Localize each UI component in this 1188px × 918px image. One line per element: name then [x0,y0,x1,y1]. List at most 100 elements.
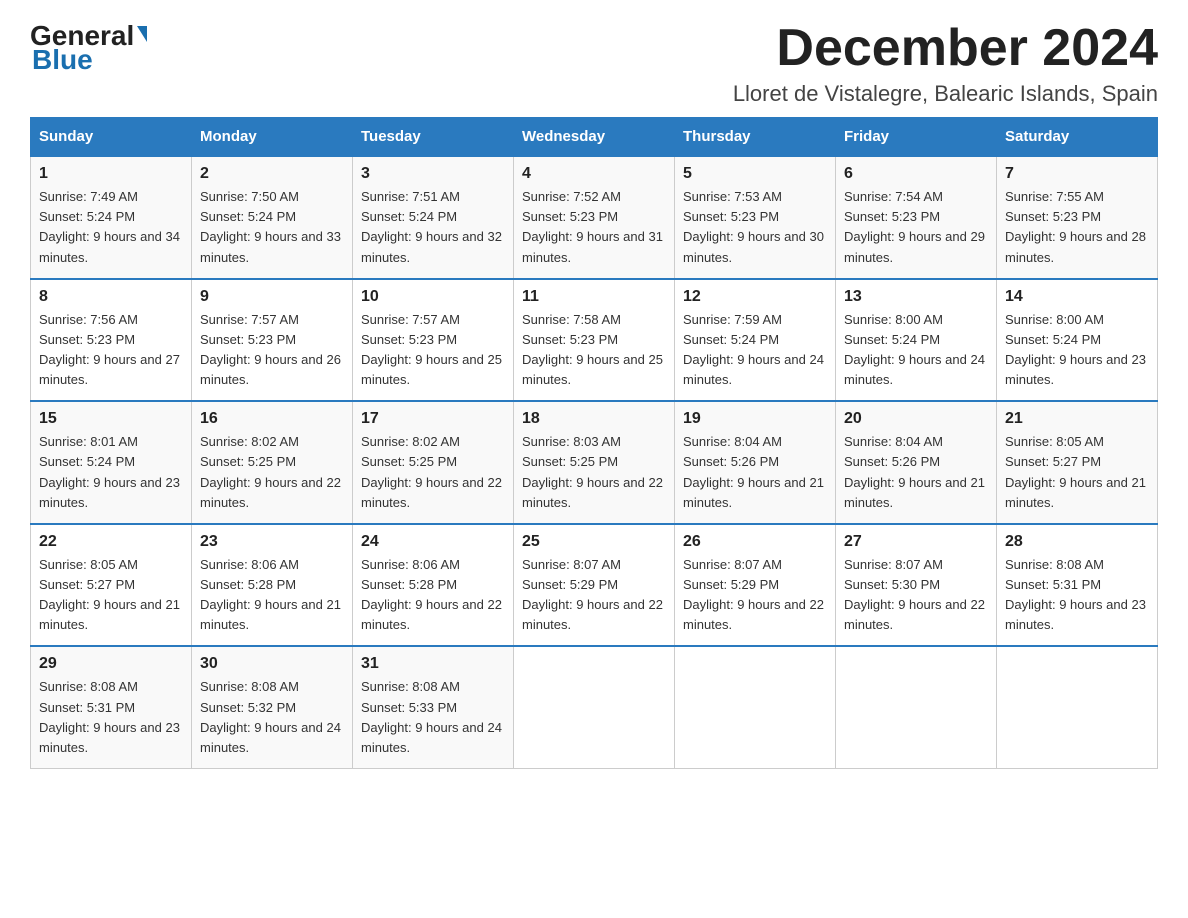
day-number: 25 [522,533,666,551]
day-number: 23 [200,533,344,551]
day-info: Sunrise: 8:00 AMSunset: 5:24 PMDaylight:… [844,312,985,387]
col-sunday: Sunday [31,118,192,157]
calendar-table: Sunday Monday Tuesday Wednesday Thursday… [30,117,1158,769]
day-number: 9 [200,288,344,306]
col-thursday: Thursday [675,118,836,157]
table-row: 13 Sunrise: 8:00 AMSunset: 5:24 PMDaylig… [836,279,997,402]
day-info: Sunrise: 8:04 AMSunset: 5:26 PMDaylight:… [683,434,824,509]
table-row: 26 Sunrise: 8:07 AMSunset: 5:29 PMDaylig… [675,524,836,647]
day-info: Sunrise: 8:08 AMSunset: 5:32 PMDaylight:… [200,679,341,754]
day-number: 22 [39,533,183,551]
day-info: Sunrise: 7:52 AMSunset: 5:23 PMDaylight:… [522,189,663,264]
table-row: 23 Sunrise: 8:06 AMSunset: 5:28 PMDaylig… [192,524,353,647]
calendar-week-row: 15 Sunrise: 8:01 AMSunset: 5:24 PMDaylig… [31,401,1158,524]
table-row: 24 Sunrise: 8:06 AMSunset: 5:28 PMDaylig… [353,524,514,647]
day-number: 6 [844,165,988,183]
day-number: 11 [522,288,666,306]
day-info: Sunrise: 8:08 AMSunset: 5:31 PMDaylight:… [39,679,180,754]
day-number: 1 [39,165,183,183]
table-row: 19 Sunrise: 8:04 AMSunset: 5:26 PMDaylig… [675,401,836,524]
col-wednesday: Wednesday [514,118,675,157]
day-info: Sunrise: 8:01 AMSunset: 5:24 PMDaylight:… [39,434,180,509]
col-tuesday: Tuesday [353,118,514,157]
table-row: 4 Sunrise: 7:52 AMSunset: 5:23 PMDayligh… [514,156,675,279]
logo-arrow-icon [137,26,147,42]
table-row: 15 Sunrise: 8:01 AMSunset: 5:24 PMDaylig… [31,401,192,524]
table-row: 8 Sunrise: 7:56 AMSunset: 5:23 PMDayligh… [31,279,192,402]
day-info: Sunrise: 8:04 AMSunset: 5:26 PMDaylight:… [844,434,985,509]
location-title: Lloret de Vistalegre, Balearic Islands, … [733,81,1158,107]
table-row: 5 Sunrise: 7:53 AMSunset: 5:23 PMDayligh… [675,156,836,279]
table-row: 16 Sunrise: 8:02 AMSunset: 5:25 PMDaylig… [192,401,353,524]
table-row: 17 Sunrise: 8:02 AMSunset: 5:25 PMDaylig… [353,401,514,524]
day-number: 13 [844,288,988,306]
table-row [675,646,836,768]
day-number: 20 [844,410,988,428]
table-row [836,646,997,768]
col-monday: Monday [192,118,353,157]
day-number: 28 [1005,533,1149,551]
logo-blue: Blue [32,44,93,76]
table-row: 12 Sunrise: 7:59 AMSunset: 5:24 PMDaylig… [675,279,836,402]
page-header: General Blue December 2024 Lloret de Vis… [30,20,1158,107]
day-info: Sunrise: 7:50 AMSunset: 5:24 PMDaylight:… [200,189,341,264]
table-row: 20 Sunrise: 8:04 AMSunset: 5:26 PMDaylig… [836,401,997,524]
table-row: 30 Sunrise: 8:08 AMSunset: 5:32 PMDaylig… [192,646,353,768]
table-row [514,646,675,768]
day-number: 15 [39,410,183,428]
logo: General Blue [30,20,147,76]
day-info: Sunrise: 8:05 AMSunset: 5:27 PMDaylight:… [39,557,180,632]
day-info: Sunrise: 7:57 AMSunset: 5:23 PMDaylight:… [361,312,502,387]
day-info: Sunrise: 8:00 AMSunset: 5:24 PMDaylight:… [1005,312,1146,387]
day-number: 30 [200,655,344,673]
day-info: Sunrise: 7:59 AMSunset: 5:24 PMDaylight:… [683,312,824,387]
table-row: 18 Sunrise: 8:03 AMSunset: 5:25 PMDaylig… [514,401,675,524]
day-number: 17 [361,410,505,428]
day-info: Sunrise: 8:07 AMSunset: 5:29 PMDaylight:… [683,557,824,632]
day-info: Sunrise: 8:05 AMSunset: 5:27 PMDaylight:… [1005,434,1146,509]
table-row: 11 Sunrise: 7:58 AMSunset: 5:23 PMDaylig… [514,279,675,402]
col-saturday: Saturday [997,118,1158,157]
day-number: 3 [361,165,505,183]
day-number: 26 [683,533,827,551]
table-row: 31 Sunrise: 8:08 AMSunset: 5:33 PMDaylig… [353,646,514,768]
day-info: Sunrise: 7:55 AMSunset: 5:23 PMDaylight:… [1005,189,1146,264]
day-number: 27 [844,533,988,551]
calendar-week-row: 22 Sunrise: 8:05 AMSunset: 5:27 PMDaylig… [31,524,1158,647]
table-row: 1 Sunrise: 7:49 AMSunset: 5:24 PMDayligh… [31,156,192,279]
day-info: Sunrise: 7:54 AMSunset: 5:23 PMDaylight:… [844,189,985,264]
day-info: Sunrise: 8:06 AMSunset: 5:28 PMDaylight:… [200,557,341,632]
day-info: Sunrise: 7:51 AMSunset: 5:24 PMDaylight:… [361,189,502,264]
day-info: Sunrise: 7:58 AMSunset: 5:23 PMDaylight:… [522,312,663,387]
calendar-week-row: 1 Sunrise: 7:49 AMSunset: 5:24 PMDayligh… [31,156,1158,279]
day-number: 24 [361,533,505,551]
day-info: Sunrise: 7:56 AMSunset: 5:23 PMDaylight:… [39,312,180,387]
day-number: 31 [361,655,505,673]
col-friday: Friday [836,118,997,157]
day-number: 29 [39,655,183,673]
day-info: Sunrise: 7:49 AMSunset: 5:24 PMDaylight:… [39,189,180,264]
calendar-week-row: 8 Sunrise: 7:56 AMSunset: 5:23 PMDayligh… [31,279,1158,402]
day-number: 14 [1005,288,1149,306]
table-row: 14 Sunrise: 8:00 AMSunset: 5:24 PMDaylig… [997,279,1158,402]
title-section: December 2024 Lloret de Vistalegre, Bale… [733,20,1158,107]
month-title: December 2024 [733,20,1158,77]
day-number: 10 [361,288,505,306]
day-info: Sunrise: 8:07 AMSunset: 5:29 PMDaylight:… [522,557,663,632]
table-row: 3 Sunrise: 7:51 AMSunset: 5:24 PMDayligh… [353,156,514,279]
day-number: 8 [39,288,183,306]
table-row: 2 Sunrise: 7:50 AMSunset: 5:24 PMDayligh… [192,156,353,279]
day-number: 4 [522,165,666,183]
day-info: Sunrise: 8:08 AMSunset: 5:33 PMDaylight:… [361,679,502,754]
day-info: Sunrise: 8:07 AMSunset: 5:30 PMDaylight:… [844,557,985,632]
day-number: 18 [522,410,666,428]
day-number: 7 [1005,165,1149,183]
day-number: 12 [683,288,827,306]
day-info: Sunrise: 8:02 AMSunset: 5:25 PMDaylight:… [361,434,502,509]
calendar-header-row: Sunday Monday Tuesday Wednesday Thursday… [31,118,1158,157]
day-info: Sunrise: 7:53 AMSunset: 5:23 PMDaylight:… [683,189,824,264]
table-row: 21 Sunrise: 8:05 AMSunset: 5:27 PMDaylig… [997,401,1158,524]
table-row: 27 Sunrise: 8:07 AMSunset: 5:30 PMDaylig… [836,524,997,647]
day-number: 5 [683,165,827,183]
day-number: 16 [200,410,344,428]
